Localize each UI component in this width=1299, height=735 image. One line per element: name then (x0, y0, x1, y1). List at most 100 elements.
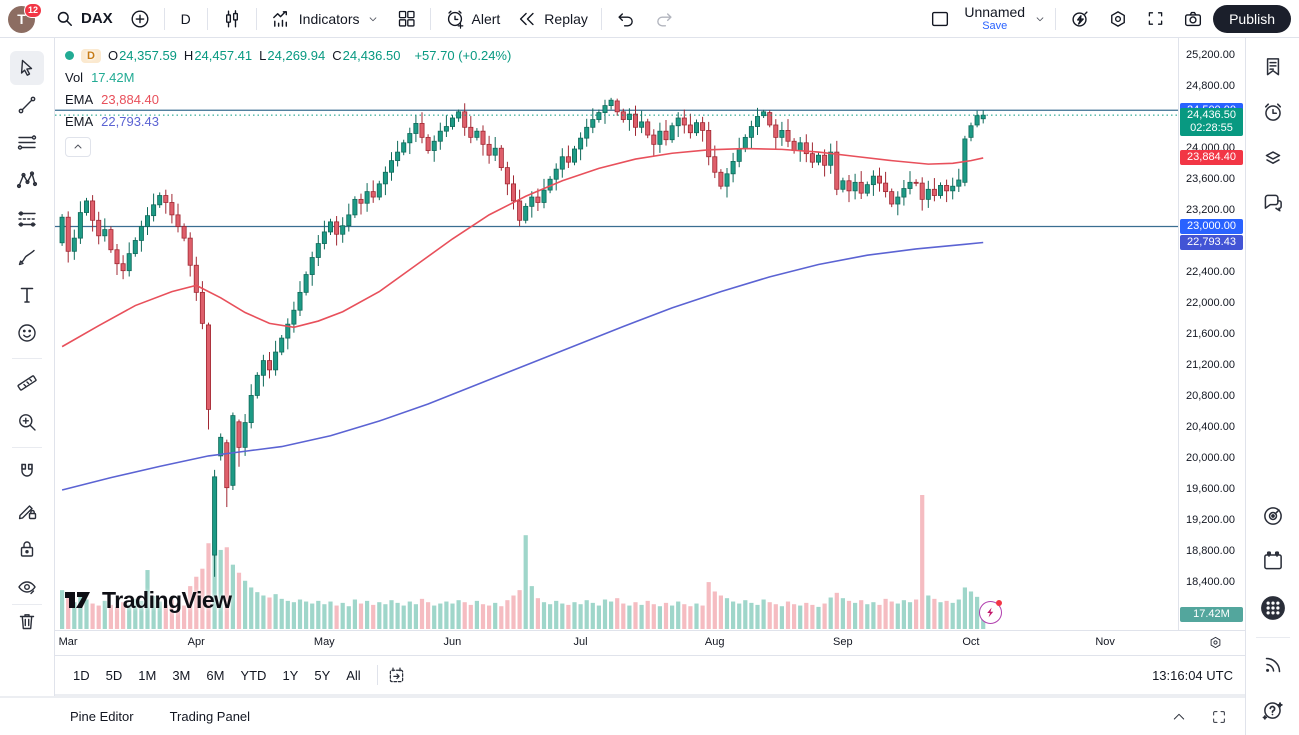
price-badge-value: 23,884.40 (1180, 151, 1243, 164)
help-button[interactable] (1257, 694, 1289, 726)
publish-button[interactable]: Publish (1213, 5, 1291, 33)
settings-button[interactable] (1100, 4, 1136, 34)
alerts-clock-button[interactable] (1257, 96, 1289, 128)
zoom-in-tool-button[interactable] (10, 405, 44, 439)
go-to-realtime-button[interactable] (979, 601, 1002, 624)
range-button-1y[interactable]: 1Y (274, 664, 306, 687)
divider (1055, 8, 1056, 30)
layout-chevron[interactable] (1031, 8, 1049, 30)
horizontal-line-tool-button[interactable] (10, 125, 44, 159)
cursor-tool-button[interactable] (10, 51, 44, 85)
change-value: +57.70 (+0.24%) (414, 48, 511, 63)
trend-line-tool-button[interactable] (10, 88, 44, 122)
chat-button[interactable] (1257, 187, 1289, 219)
hide-all-tool-button[interactable] (10, 570, 44, 604)
magnet-tool-button[interactable] (10, 455, 44, 489)
layout-name-save[interactable]: Unnamed Save (960, 4, 1029, 33)
price-tick: 20,000.00 (1186, 452, 1235, 464)
replay-button[interactable]: Replay (509, 4, 595, 34)
bottom-panel: Pine Editor Trading Panel (0, 698, 1245, 735)
symbol-search-button[interactable]: DAX (48, 5, 120, 32)
ema-slow-line[interactable] (62, 243, 983, 490)
chat-icon (1260, 190, 1286, 216)
timeframe-button[interactable]: D (171, 7, 201, 31)
price-badge: 23,884.40 (1180, 150, 1243, 165)
ohlc-label: H (184, 48, 193, 63)
calendar-button[interactable] (1257, 545, 1289, 577)
range-button-ytd[interactable]: YTD (232, 664, 274, 687)
hotlists-button[interactable] (1257, 500, 1289, 532)
time-tick: Nov (1095, 636, 1115, 648)
trash-tool-button[interactable] (10, 604, 44, 638)
gear-icon (1107, 8, 1129, 30)
indicators-button[interactable]: Indicators (263, 3, 387, 34)
apps-grid-button[interactable] (1257, 592, 1289, 624)
horizontal-line-icon (15, 130, 39, 154)
chart-type-button[interactable] (214, 4, 250, 34)
axis-settings-gear-icon[interactable] (1207, 634, 1224, 651)
panel-expand-chevron-icon[interactable] (1171, 709, 1187, 725)
price-tick: 18,800.00 (1186, 545, 1235, 557)
fib-retracement-tool-button[interactable] (10, 202, 44, 236)
layout-templates-button[interactable] (389, 4, 424, 33)
divider (430, 8, 431, 30)
ohlc-label: C (332, 48, 341, 63)
snapshot-button[interactable] (1175, 4, 1211, 34)
tradingview-watermark: TradingView (64, 587, 232, 614)
lock-all-tool-button[interactable] (10, 532, 44, 566)
undo-button[interactable] (608, 4, 644, 34)
price-tick: 22,400.00 (1186, 266, 1235, 278)
save-link[interactable]: Save (982, 20, 1007, 32)
redo-button[interactable] (646, 4, 682, 34)
emoji-tool-button[interactable] (10, 316, 44, 350)
panel-maximize-icon[interactable] (1211, 709, 1227, 725)
price-axis[interactable]: 25,200.0024,800.0024,400.0024,000.0023,6… (1178, 38, 1245, 630)
ohlc-values: O24,357.59H24,457.41L24,269.94C24,436.50 (108, 48, 408, 63)
tab-pine-editor[interactable]: Pine Editor (70, 709, 134, 724)
legend-collapse-button[interactable] (65, 137, 91, 157)
fullscreen-button[interactable] (1138, 4, 1173, 33)
help-icon (1260, 697, 1286, 723)
price-tick: 22,000.00 (1186, 297, 1235, 309)
user-menu[interactable]: T 12 (8, 4, 40, 34)
text-tool-button[interactable] (10, 278, 44, 312)
brush-tool-button[interactable] (10, 240, 44, 274)
ema-slow-value: 22,793.43 (101, 114, 159, 129)
range-button-all[interactable]: All (338, 664, 368, 687)
range-button-3m[interactable]: 3M (164, 664, 198, 687)
divider (256, 8, 257, 30)
xabcd-pattern-tool-button[interactable] (10, 163, 44, 197)
quick-actions-button[interactable] (1062, 4, 1098, 34)
lock-all-icon (15, 537, 39, 561)
range-button-5d[interactable]: 5D (98, 664, 131, 687)
candles-icon (221, 8, 243, 30)
time-axis[interactable]: MarAprMayJunJulAugSepOctNov (55, 630, 1245, 655)
ohlc-label: L (259, 48, 266, 63)
range-button-6m[interactable]: 6M (198, 664, 232, 687)
ruler-tool-button[interactable] (10, 366, 44, 400)
clock-utc[interactable]: 13:16:04 UTC (1152, 668, 1235, 683)
layout-select-button[interactable] (922, 4, 958, 34)
chart-pane[interactable]: D O24,357.59H24,457.41L24,269.94C24,436.… (55, 38, 1178, 630)
watchlist-button[interactable] (1257, 51, 1289, 83)
go-to-date-button[interactable] (386, 665, 407, 686)
tab-trading-panel[interactable]: Trading Panel (170, 709, 250, 724)
drawing-lock-tool-button[interactable] (10, 494, 44, 528)
alert-button[interactable]: Alert (437, 4, 508, 34)
object-tree-button[interactable] (1257, 142, 1289, 174)
camera-icon (1182, 8, 1204, 30)
price-tick: 20,400.00 (1186, 421, 1235, 433)
broadcast-button[interactable] (1257, 649, 1289, 681)
range-button-5y[interactable]: 5Y (306, 664, 338, 687)
apps-grid-icon (1260, 595, 1286, 621)
compare-add-button[interactable] (122, 4, 158, 34)
time-tick: Oct (962, 636, 979, 648)
bottom-toolbar: 1D5D1M3M6MYTD1Y5YAll 13:16:04 UTC (55, 655, 1245, 694)
time-tick: Apr (188, 636, 205, 648)
range-button-1m[interactable]: 1M (130, 664, 164, 687)
zoom-in-icon (15, 410, 39, 434)
fib-retracement-icon (15, 207, 39, 231)
ema-fast-row: EMA 23,884.40 (65, 92, 518, 107)
price-badge-value: 17.42M (1180, 608, 1243, 621)
range-button-1d[interactable]: 1D (65, 664, 98, 687)
